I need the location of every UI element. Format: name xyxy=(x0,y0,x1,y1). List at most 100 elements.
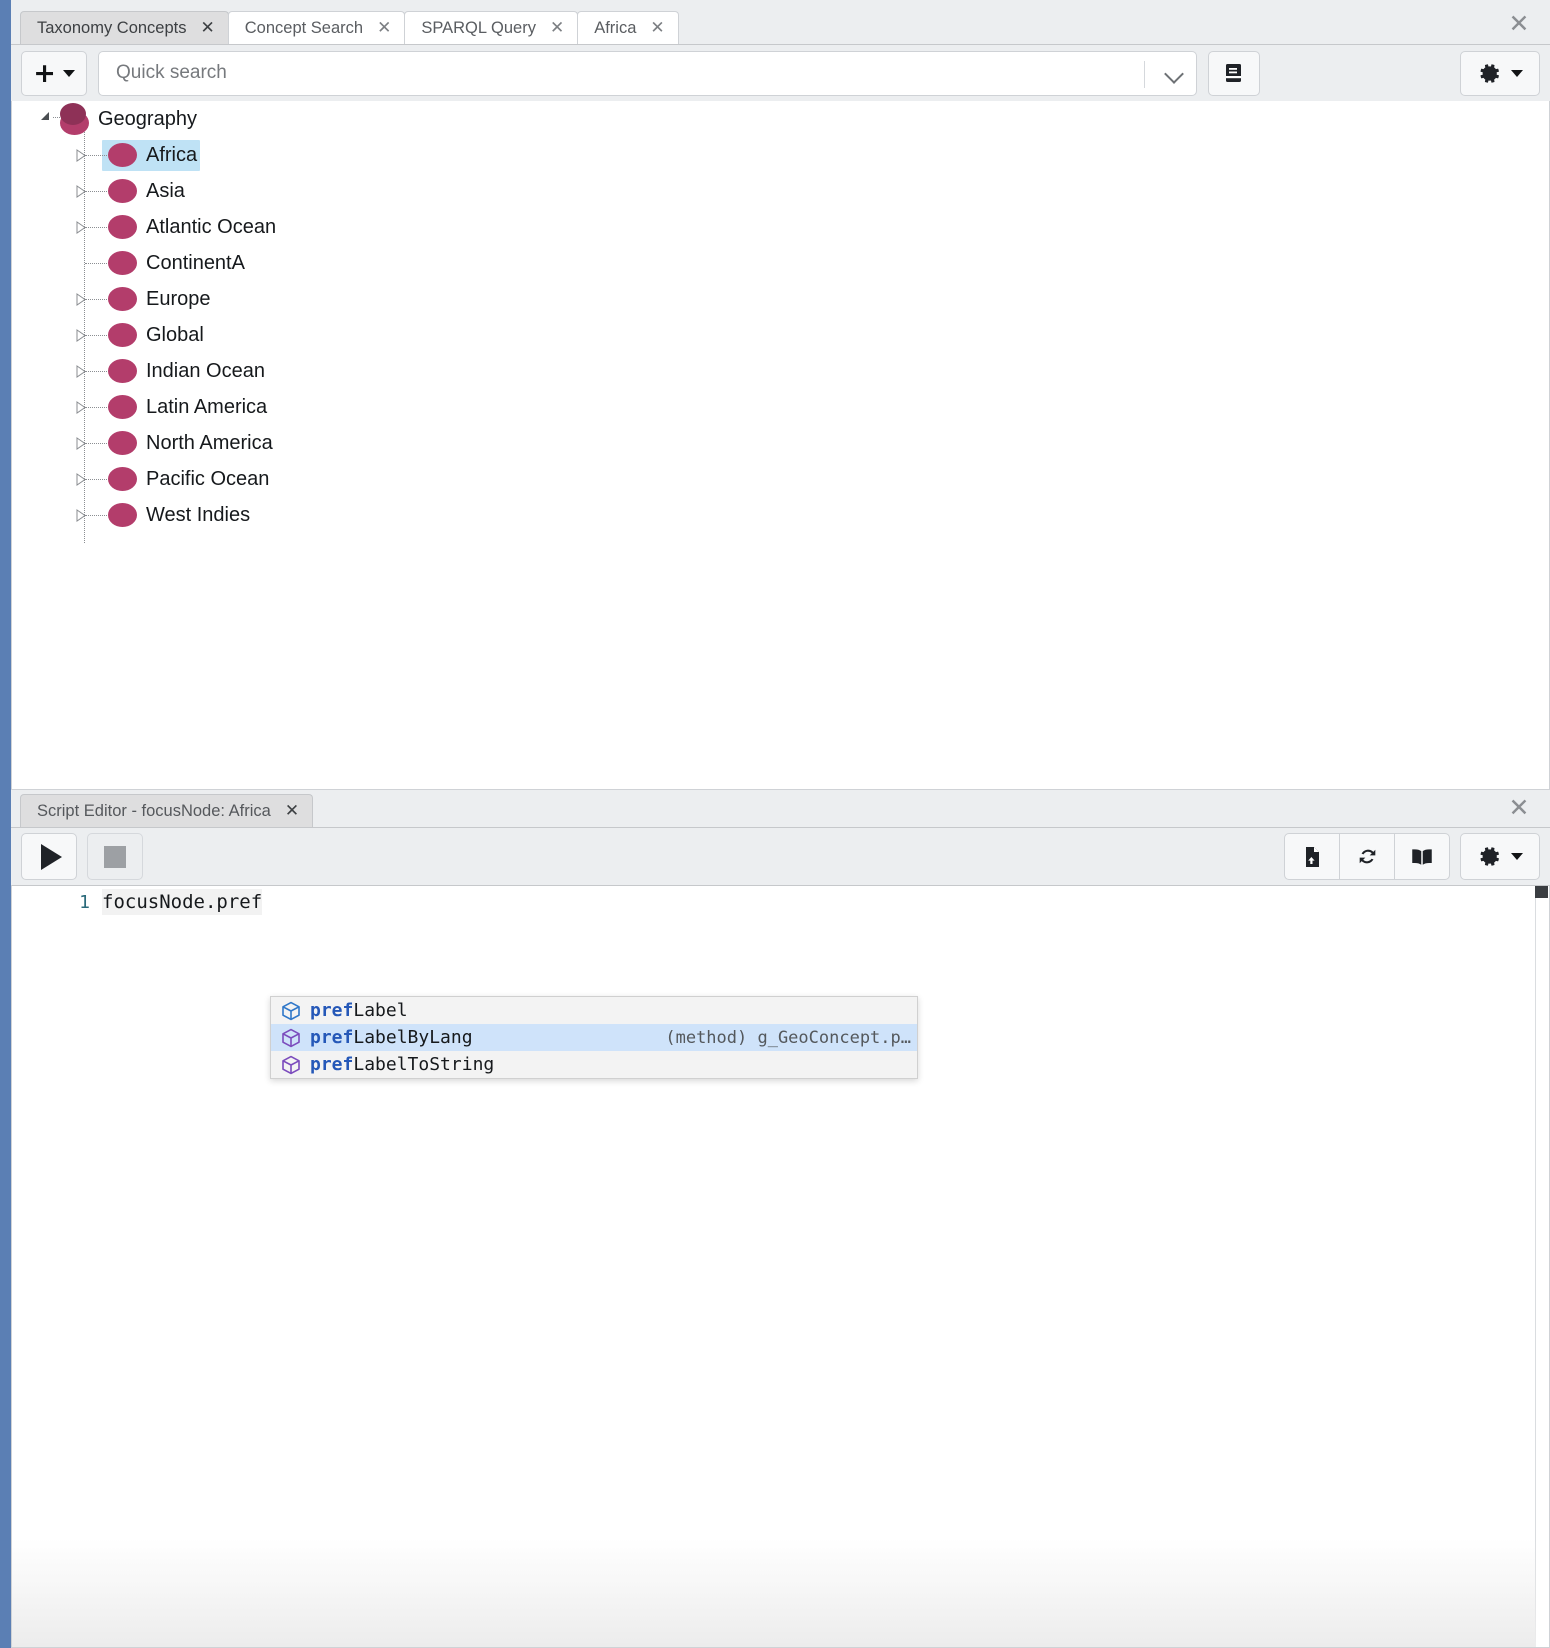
concept-icon-shadow xyxy=(60,103,86,125)
book-icon xyxy=(1412,848,1432,865)
tree-connector xyxy=(85,443,107,444)
tree-connector xyxy=(85,299,107,300)
search-field-wrapper[interactable]: Quick search xyxy=(98,50,1197,96)
tree-node-continenta[interactable]: ContinentA xyxy=(12,245,1549,281)
cube-icon-blue xyxy=(280,1000,302,1022)
expand-arrow-icon[interactable] xyxy=(75,437,87,450)
tree-node-indian-ocean[interactable]: Indian Ocean xyxy=(12,353,1549,389)
tab-taxonomy-concepts[interactable]: Taxonomy Concepts ✕ xyxy=(20,11,229,44)
autocomplete-item[interactable]: pref LabelByLang (method) g_GeoConcept.p… xyxy=(271,1024,917,1051)
expand-arrow-icon[interactable] xyxy=(75,149,87,162)
expand-arrow-icon[interactable] xyxy=(75,185,87,198)
line-number: 1 xyxy=(79,891,90,913)
tree-node-label: North America xyxy=(146,431,273,454)
tab-sparql-query[interactable]: SPARQL Query ✕ xyxy=(404,11,579,44)
expand-arrow-icon[interactable] xyxy=(75,473,87,486)
editor-action-group xyxy=(1284,833,1450,880)
refresh-button[interactable] xyxy=(1339,833,1395,880)
expand-arrow-icon[interactable] xyxy=(75,365,87,378)
autocomplete-detail: (method) g_GeoConcept.p… xyxy=(665,1027,911,1048)
tree-connector xyxy=(85,155,107,156)
run-button[interactable] xyxy=(21,833,77,880)
add-concept-button[interactable]: + xyxy=(21,50,87,96)
tree-connector xyxy=(85,371,107,372)
script-editor-panel: Script Editor - focusNode: Africa ✕ ✕ 1 … xyxy=(11,790,1550,1648)
tree-node-label: Global xyxy=(146,323,204,346)
tree-node-north-america[interactable]: North America xyxy=(12,425,1549,461)
tree-connector xyxy=(85,263,107,264)
cube-icon-purple xyxy=(280,1054,302,1076)
editor-bottom-fade xyxy=(12,1539,1536,1647)
close-panel-button[interactable]: ✕ xyxy=(1506,11,1532,38)
tab-concept-search[interactable]: Concept Search ✕ xyxy=(227,11,406,44)
tree-node-label: Latin America xyxy=(146,395,268,418)
expand-arrow-icon[interactable] xyxy=(75,509,87,522)
close-script-editor-button[interactable]: ✕ xyxy=(1506,795,1532,822)
expand-arrow-icon[interactable] xyxy=(75,293,87,306)
left-rail xyxy=(0,0,11,1648)
gear-icon xyxy=(1480,63,1499,83)
tree-connector xyxy=(85,335,107,336)
autocomplete-popup[interactable]: pref Label pref LabelByLang (method) g_GeoCo… xyxy=(270,996,918,1079)
tree-node-label: Pacific Ocean xyxy=(146,467,270,490)
editor-scrollbar-thumb[interactable] xyxy=(1535,886,1548,898)
tree-node-label: Geography xyxy=(98,107,197,130)
editor-scrollbar[interactable] xyxy=(1535,886,1549,1647)
autocomplete-item[interactable]: pref Label xyxy=(271,997,917,1024)
search-dropdown-icon[interactable] xyxy=(1166,66,1183,83)
concept-icon xyxy=(108,503,137,527)
close-icon[interactable]: ✕ xyxy=(377,19,391,37)
code-line-1[interactable]: 1 focusNode.pref xyxy=(12,888,1549,916)
tab-label: SPARQL Query xyxy=(421,18,536,37)
close-icon[interactable]: ✕ xyxy=(650,19,664,37)
tab-africa[interactable]: Africa ✕ xyxy=(577,11,679,44)
concept-icon xyxy=(108,323,137,347)
tab-label: Concept Search xyxy=(244,18,364,37)
concept-icon xyxy=(108,143,137,167)
plus-icon: + xyxy=(33,57,56,89)
autocomplete-rest: LabelByLang xyxy=(353,1027,473,1048)
tree-node-root[interactable]: Geography xyxy=(12,101,1549,137)
tab-label: Africa xyxy=(594,18,637,37)
script-help-button[interactable] xyxy=(1394,833,1450,880)
expand-arrow-icon[interactable] xyxy=(75,329,87,342)
expand-arrow-icon[interactable] xyxy=(75,401,87,414)
tree-connector xyxy=(85,191,107,192)
tree-node-global[interactable]: Global xyxy=(12,317,1549,353)
settings-menu-button[interactable] xyxy=(1460,50,1540,96)
play-icon xyxy=(40,843,62,870)
concept-icon xyxy=(108,395,137,419)
tree-node-africa[interactable]: Africa xyxy=(12,137,1549,173)
script-settings-menu-button[interactable] xyxy=(1460,833,1540,880)
tree-node-europe[interactable]: Europe xyxy=(12,281,1549,317)
documentation-button[interactable] xyxy=(1208,50,1260,96)
divider xyxy=(1144,60,1145,88)
chevron-down-icon xyxy=(62,69,75,77)
tree-node-label: Europe xyxy=(146,287,211,310)
tree-node-label: Indian Ocean xyxy=(146,359,265,382)
file-upload-icon xyxy=(1306,846,1319,867)
cube-icon-purple xyxy=(280,1027,302,1049)
tree-node-pacific-ocean[interactable]: Pacific Ocean xyxy=(12,461,1549,497)
expand-arrow-icon[interactable] xyxy=(75,221,87,234)
tree-node-label: ContinentA xyxy=(146,251,245,274)
tab-label: Script Editor - focusNode: Africa xyxy=(37,801,271,820)
taxonomy-tree[interactable]: Geography Africa Asia Atlantic Ocean Contin… xyxy=(11,101,1550,790)
tree-node-west-indies[interactable]: West Indies xyxy=(12,497,1549,533)
save-script-button[interactable] xyxy=(1284,833,1340,880)
tab-script-editor[interactable]: Script Editor - focusNode: Africa ✕ xyxy=(20,794,314,827)
stop-button[interactable] xyxy=(87,833,143,880)
close-icon[interactable]: ✕ xyxy=(285,802,299,820)
tab-label: Taxonomy Concepts xyxy=(37,18,187,37)
code-content[interactable]: focusNode.pref xyxy=(102,889,263,915)
tree-node-latin-america[interactable]: Latin America xyxy=(12,389,1549,425)
chevron-down-icon xyxy=(1511,69,1523,77)
search-input[interactable]: Quick search xyxy=(116,62,227,84)
autocomplete-item[interactable]: pref LabelToString xyxy=(271,1051,917,1078)
code-editor[interactable]: 1 focusNode.pref pref Label pref LabelByLan… xyxy=(11,885,1550,1648)
close-icon[interactable]: ✕ xyxy=(201,19,215,37)
tree-node-atlantic-ocean[interactable]: Atlantic Ocean xyxy=(12,209,1549,245)
tree-node-label: West Indies xyxy=(146,503,251,526)
tree-node-asia[interactable]: Asia xyxy=(12,173,1549,209)
close-icon[interactable]: ✕ xyxy=(550,19,564,37)
